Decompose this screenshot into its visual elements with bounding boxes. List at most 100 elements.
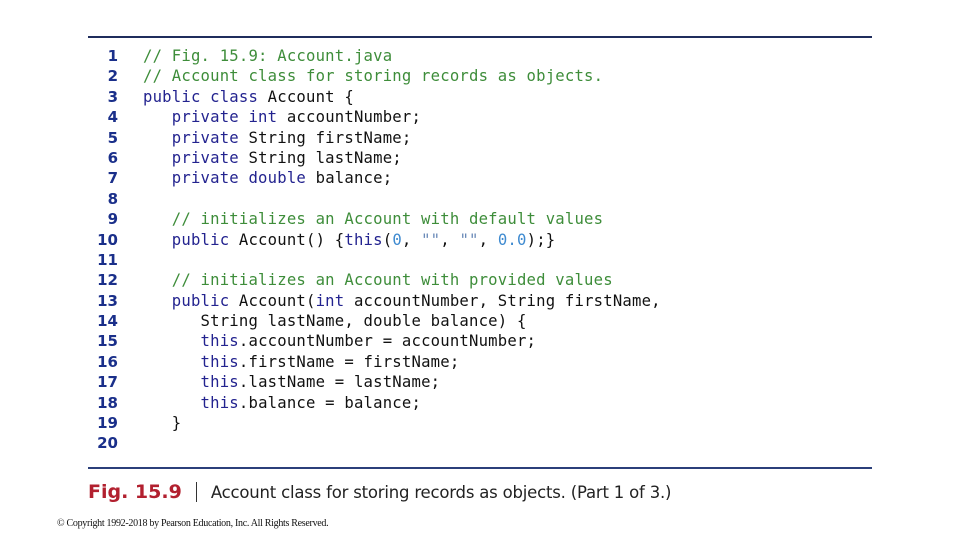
line-number: 11 — [97, 250, 118, 269]
line-code: this.balance = balance; — [143, 393, 421, 413]
line-number: 20 — [97, 434, 118, 453]
line-number: 1 — [107, 47, 118, 65]
code-token-keyword: private int — [171, 108, 278, 127]
code-line: 5 private String firstName; — [88, 128, 872, 148]
bottom-rule — [88, 467, 872, 469]
code-token-plain: , — [440, 230, 460, 249]
code-token-keyword: this — [200, 332, 239, 351]
code-token-comment: // initializes an Account with provided … — [171, 271, 613, 290]
line-code: this.lastName = lastName; — [143, 372, 441, 392]
line-code: public class Account { — [143, 87, 354, 107]
top-rule — [88, 36, 872, 38]
code-line: 15 this.accountNumber = accountNumber; — [88, 331, 872, 351]
figure-label: Fig. 15.9 — [88, 481, 182, 503]
code-line: 4 private int accountNumber; — [88, 107, 872, 127]
line-code: private String firstName; — [143, 128, 412, 148]
line-number: 10 — [97, 230, 118, 249]
code-token-plain: );} — [526, 230, 556, 249]
code-token-plain: accountNumber, String firstName, — [344, 291, 661, 310]
code-token-keyword: private double — [171, 169, 307, 188]
line-code: String lastName, double balance) { — [143, 311, 527, 331]
code-token-plain: , — [401, 230, 422, 249]
code-token-comment: // initializes an Account with default v… — [171, 210, 604, 229]
code-line: 8 — [88, 189, 872, 209]
code-token-keyword: public — [171, 291, 230, 310]
code-token-plain: } — [143, 414, 182, 433]
code-line: 16 this.firstName = firstName; — [88, 352, 872, 372]
code-line: 13 public Account(int accountNumber, Str… — [88, 291, 872, 311]
code-token-plain: .lastName = lastName; — [238, 373, 441, 392]
line-number: 19 — [97, 414, 118, 433]
code-token-number: 0 — [392, 230, 402, 249]
code-listing: 1 // Fig. 15.9: Account.java 2 // Account c… — [88, 46, 872, 454]
code-token-plain: Account( — [229, 291, 316, 310]
line-code: private String lastName; — [143, 148, 402, 168]
code-line: 3 public class Account { — [88, 87, 872, 107]
code-token-string: "" — [459, 230, 479, 249]
code-token-plain: Account { — [258, 87, 354, 106]
code-token-keyword: public — [171, 230, 230, 249]
code-token-keyword: this — [200, 393, 239, 412]
code-line: 19 } — [88, 413, 872, 433]
code-line: 9 // initializes an Account with default… — [88, 209, 872, 229]
code-token-plain: .firstName = firstName; — [238, 352, 460, 371]
code-token-plain: String lastName; — [238, 148, 402, 167]
code-token-keyword: this — [344, 230, 383, 249]
code-token-plain: Account() { — [229, 230, 345, 249]
line-code: } — [143, 413, 181, 433]
line-number: 13 — [97, 291, 118, 310]
line-number: 5 — [107, 128, 118, 147]
line-number: 15 — [97, 332, 118, 351]
line-code: this.accountNumber = accountNumber; — [143, 331, 536, 351]
code-line: 6 private String lastName; — [88, 148, 872, 168]
code-token-plain: accountNumber; — [277, 108, 422, 127]
line-code: // initializes an Account with provided … — [143, 270, 613, 290]
code-token-comment: // Fig. 15.9: Account.java — [143, 47, 393, 65]
line-number: 8 — [107, 189, 118, 208]
line-code: // Fig. 15.9: Account.java — [143, 46, 392, 66]
code-token-plain: ( — [382, 230, 393, 249]
code-line: 14 String lastName, double balance) { — [88, 311, 872, 331]
line-number: 12 — [97, 271, 118, 290]
figure-caption: Fig. 15.9 Account class for storing reco… — [88, 478, 671, 506]
line-number: 9 — [107, 210, 118, 229]
code-line: 11 — [88, 250, 872, 270]
code-token-keyword: public class — [143, 87, 259, 106]
code-line: 7 private double balance; — [88, 168, 872, 188]
code-token-keyword: this — [200, 352, 239, 371]
caption-text: Account class for storing records as obj… — [210, 482, 672, 502]
line-code: private double balance; — [143, 168, 392, 188]
code-line: 18 this.balance = balance; — [88, 393, 872, 413]
line-code: private int accountNumber; — [143, 107, 421, 127]
code-token-keyword: this — [200, 373, 239, 392]
line-number: 17 — [97, 373, 118, 392]
line-code: public Account() {this(0, "", "", 0.0);} — [143, 230, 555, 250]
code-token-keyword: private — [171, 148, 239, 167]
code-token-plain: .accountNumber = accountNumber; — [238, 332, 537, 351]
line-number: 4 — [107, 108, 118, 127]
code-line: 17 this.lastName = lastName; — [88, 372, 872, 392]
code-line: 2 // Account class for storing records as… — [88, 66, 872, 86]
code-token-plain: String firstName; — [238, 128, 412, 147]
copyright-notice: © Copyright 1992-2018 by Pearson Educati… — [57, 518, 329, 529]
code-token-plain: , — [478, 230, 498, 249]
code-line: 10 public Account() {this(0, "", "", 0.0… — [88, 230, 872, 250]
code-line: 20 — [88, 433, 872, 453]
line-number: 6 — [107, 148, 118, 167]
line-number: 2 — [107, 67, 118, 86]
code-token-keyword: int — [315, 291, 345, 310]
line-code: this.firstName = firstName; — [143, 352, 460, 372]
code-token-plain: String lastName, double balance) { — [143, 312, 527, 331]
line-number: 18 — [97, 393, 118, 412]
